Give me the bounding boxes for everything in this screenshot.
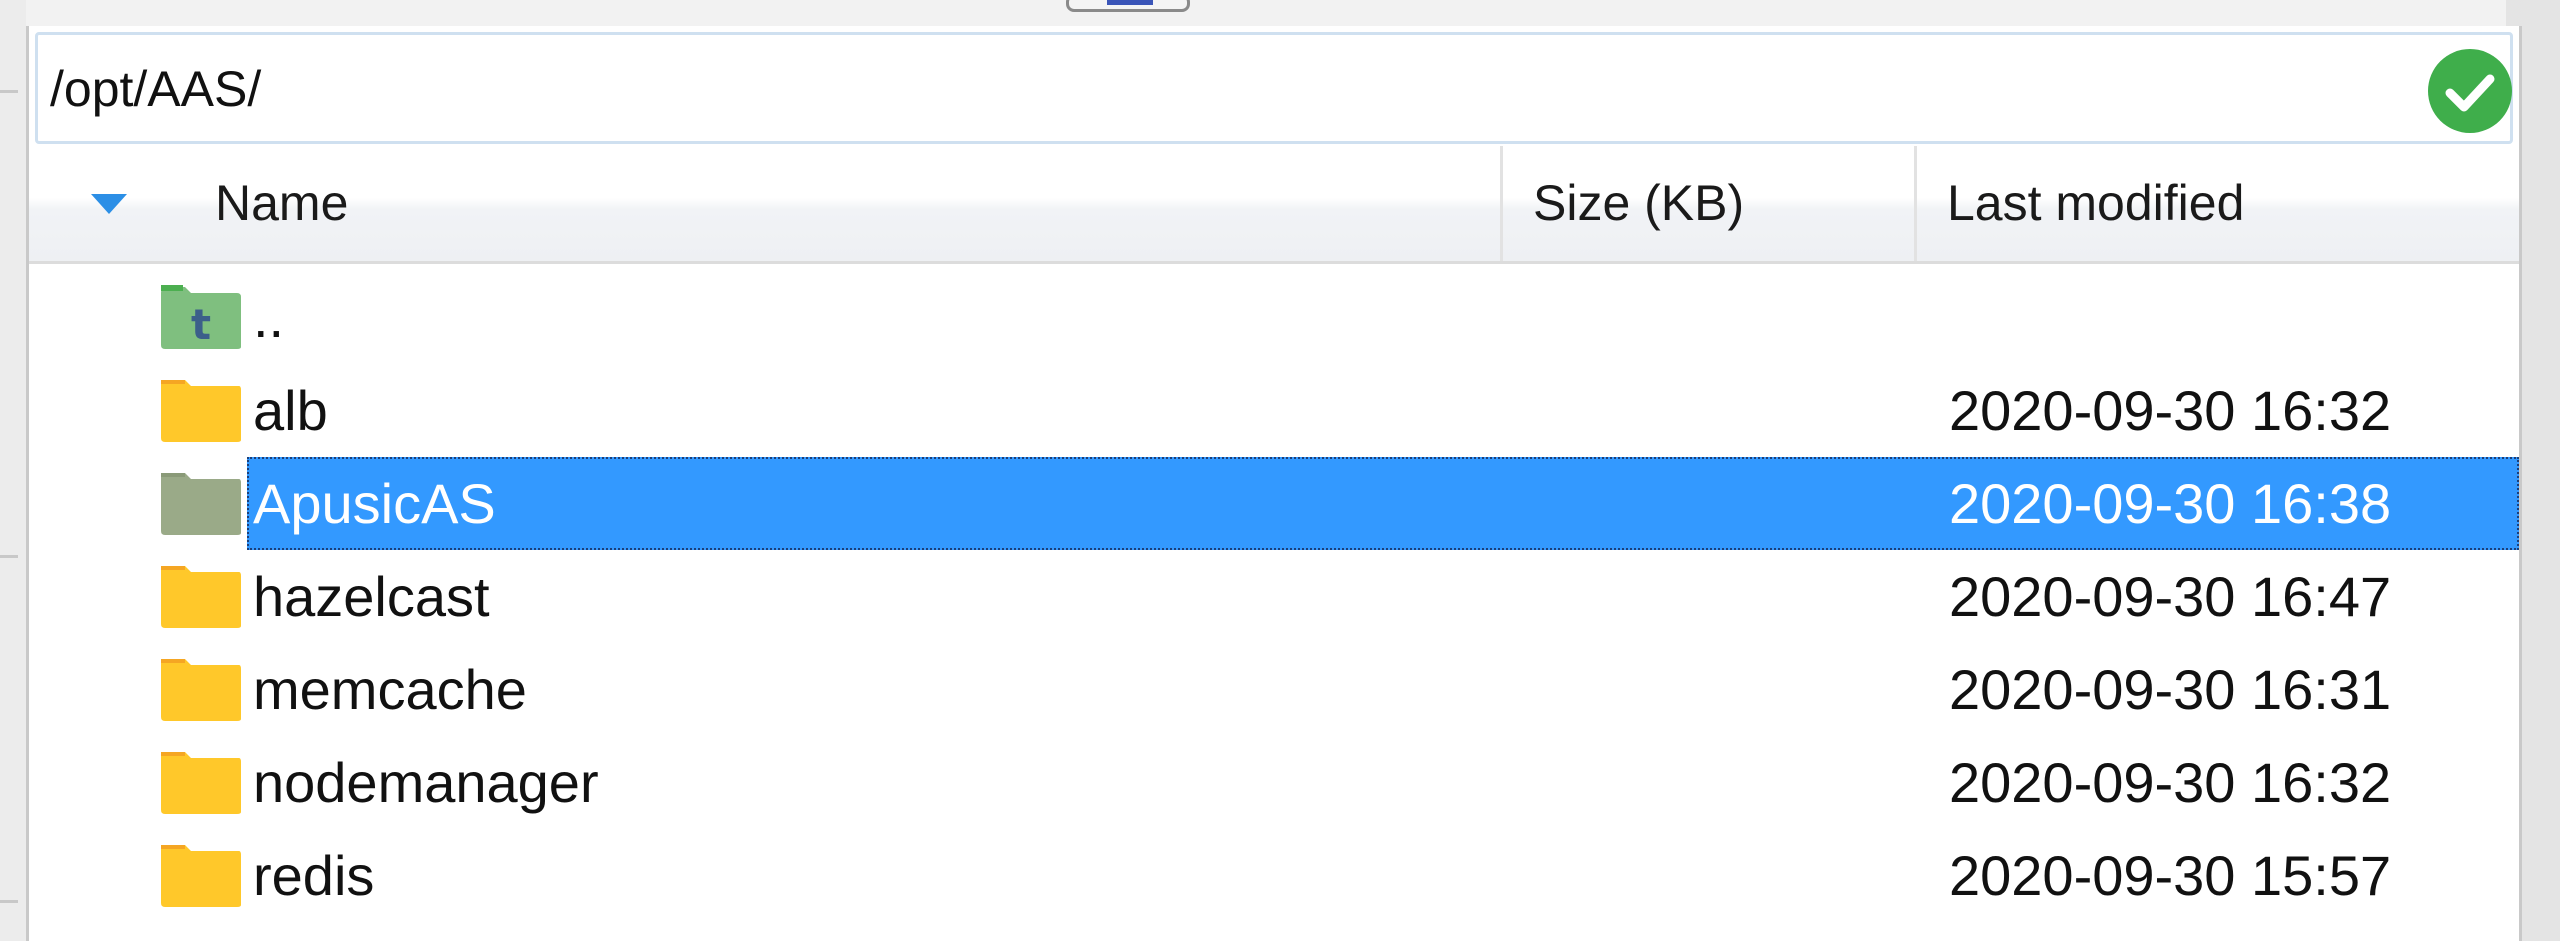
file-name: nodemanager [253,751,599,814]
splitter-handle[interactable] [1066,0,1190,12]
list-item-folder[interactable]: alb 2020-09-30 16:32 [29,364,2519,457]
column-header-size[interactable]: Size (KB) [1503,146,1917,261]
list-item-folder-selected[interactable]: ApusicAS 2020-09-30 16:38 [29,457,2519,550]
column-header-modified[interactable]: Last modified [1917,146,2519,261]
column-header-name-label: Name [215,175,349,231]
splitter-grip-icon [1107,0,1153,5]
background-window-edge [0,0,26,941]
divider [0,90,18,93]
folder-icon [159,750,243,816]
file-modified: 2020-09-30 16:47 [1949,565,2392,628]
column-header-size-label: Size (KB) [1533,175,1745,231]
list-item-folder[interactable]: nodemanager 2020-09-30 16:32 [29,736,2519,829]
file-modified: 2020-09-30 15:57 [1949,844,2392,907]
remote-file-panel: Name Size (KB) Last modified t [26,26,2522,941]
folder-icon [159,471,243,537]
path-input[interactable] [50,57,2390,121]
column-header-modified-label: Last modified [1947,175,2245,231]
folder-icon [159,657,243,723]
list-item-parent-directory[interactable]: t .. [29,271,2519,364]
file-modified: 2020-09-30 16:38 [1949,472,2392,535]
path-bar [35,32,2513,144]
file-browser-window: Name Size (KB) Last modified t [0,0,2560,941]
folder-icon [159,564,243,630]
file-modified: 2020-09-30 16:32 [1949,379,2392,442]
file-name: hazelcast [253,565,490,628]
list-item-folder[interactable]: memcache 2020-09-30 16:31 [29,643,2519,736]
file-modified: 2020-09-30 16:32 [1949,751,2392,814]
sort-descending-icon [91,194,127,214]
list-item-folder[interactable]: redis 2020-09-30 15:57 [29,829,2519,922]
column-header-name[interactable]: Name [29,146,1503,261]
parent-directory-icon: t [159,285,243,351]
file-name: ApusicAS [253,472,496,535]
check-circle-icon[interactable] [2428,49,2512,133]
list-item-folder[interactable]: hazelcast 2020-09-30 16:47 [29,550,2519,643]
file-modified: 2020-09-30 16:31 [1949,658,2392,721]
divider [0,900,18,903]
divider [0,555,18,558]
file-name: .. [253,286,285,349]
file-name: memcache [253,658,527,721]
file-name: alb [253,379,328,442]
svg-text:t: t [191,300,211,349]
file-list-header: Name Size (KB) Last modified [29,146,2519,264]
folder-icon [159,378,243,444]
toolbar [26,0,2506,29]
file-name: redis [253,844,375,907]
folder-icon [159,843,243,909]
